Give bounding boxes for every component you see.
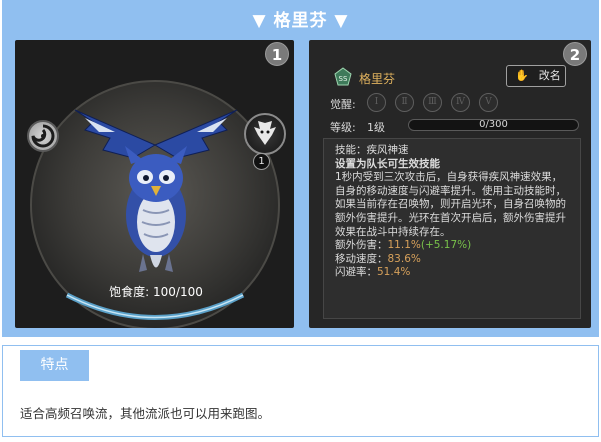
features-text: 适合高频召唤流，其他流派也可以用来跑图。 — [20, 406, 271, 421]
rename-hand-icon: ✋ — [515, 69, 529, 82]
screenshot-pet-details: 2 SS 格里芬 ✋ 改名 觉醒: Ⅰ Ⅱ Ⅲ Ⅳ Ⅴ 等级: 1级 0/300 … — [309, 40, 591, 328]
stat-dodge-rate: 闪避率： 51.4% — [335, 266, 411, 279]
features-section: 特点 适合高频召唤流，其他流派也可以用来跑图。 — [2, 345, 599, 437]
skill-description-box: 技能：疾风神速 设置为队长可生效技能 1秒内受到三次攻击后，自身获得疾风神速效果… — [323, 138, 581, 319]
rename-label: 改名 — [538, 69, 561, 82]
level-label: 等级: — [330, 121, 356, 134]
skill-condition: 设置为队长可生效技能 — [335, 157, 440, 170]
awaken-slot[interactable]: Ⅴ — [479, 93, 498, 112]
awaken-slot[interactable]: Ⅱ — [395, 93, 414, 112]
awaken-level-slots: Ⅰ Ⅱ Ⅲ Ⅳ Ⅴ — [367, 93, 498, 112]
swirl-skill-icon[interactable] — [27, 120, 59, 152]
screenshot-pet-portrait: 1 1 饱食度: 100/100 — [15, 40, 294, 328]
stat-move-speed: 移动速度： 83.6% — [335, 252, 421, 265]
xp-text: 0/300 — [479, 119, 508, 130]
pet-name: 格里芬 — [359, 72, 396, 86]
pet-card-panel: ▼ 格里芬 ▼ 1 1 饱食度: 100/100 2 SS 格里芬 ✋ 改名 觉… — [2, 0, 599, 337]
awaken-slot[interactable]: Ⅲ — [423, 93, 442, 112]
xp-progress-bar: 0/300 — [408, 119, 579, 131]
screenshot-number-badge: 2 — [563, 42, 587, 66]
satiety-readout: 饱食度: 100/100 — [73, 283, 239, 300]
stat-extra-damage: 额外伤害： 11.1% (+5.17%) — [335, 239, 472, 252]
level-value: 1级 — [367, 121, 385, 134]
features-tab: 特点 — [20, 350, 89, 381]
awaken-slot[interactable]: Ⅰ — [367, 93, 386, 112]
skill-heading: 技能：疾风神速 — [335, 144, 409, 156]
pet-level-badge: 1 — [253, 153, 270, 170]
svg-text:SS: SS — [339, 75, 348, 83]
pet-grade-gem-icon: SS — [333, 67, 353, 87]
rename-button[interactable]: ✋ 改名 — [506, 65, 566, 87]
awaken-slot[interactable]: Ⅳ — [451, 93, 470, 112]
awaken-label: 觉醒: — [330, 98, 356, 111]
pet-title: ▼ 格里芬 ▼ — [252, 11, 349, 31]
skill-description: 1秒内受到三次攻击后，自身获得疾风神速效果，自身的移动速度与闪避率提升。使用主动… — [335, 171, 566, 238]
satiety-value: 100/100 — [153, 285, 203, 299]
griffin-avatar-icon[interactable] — [244, 113, 286, 155]
satiety-label: 饱食度: — [109, 285, 150, 299]
